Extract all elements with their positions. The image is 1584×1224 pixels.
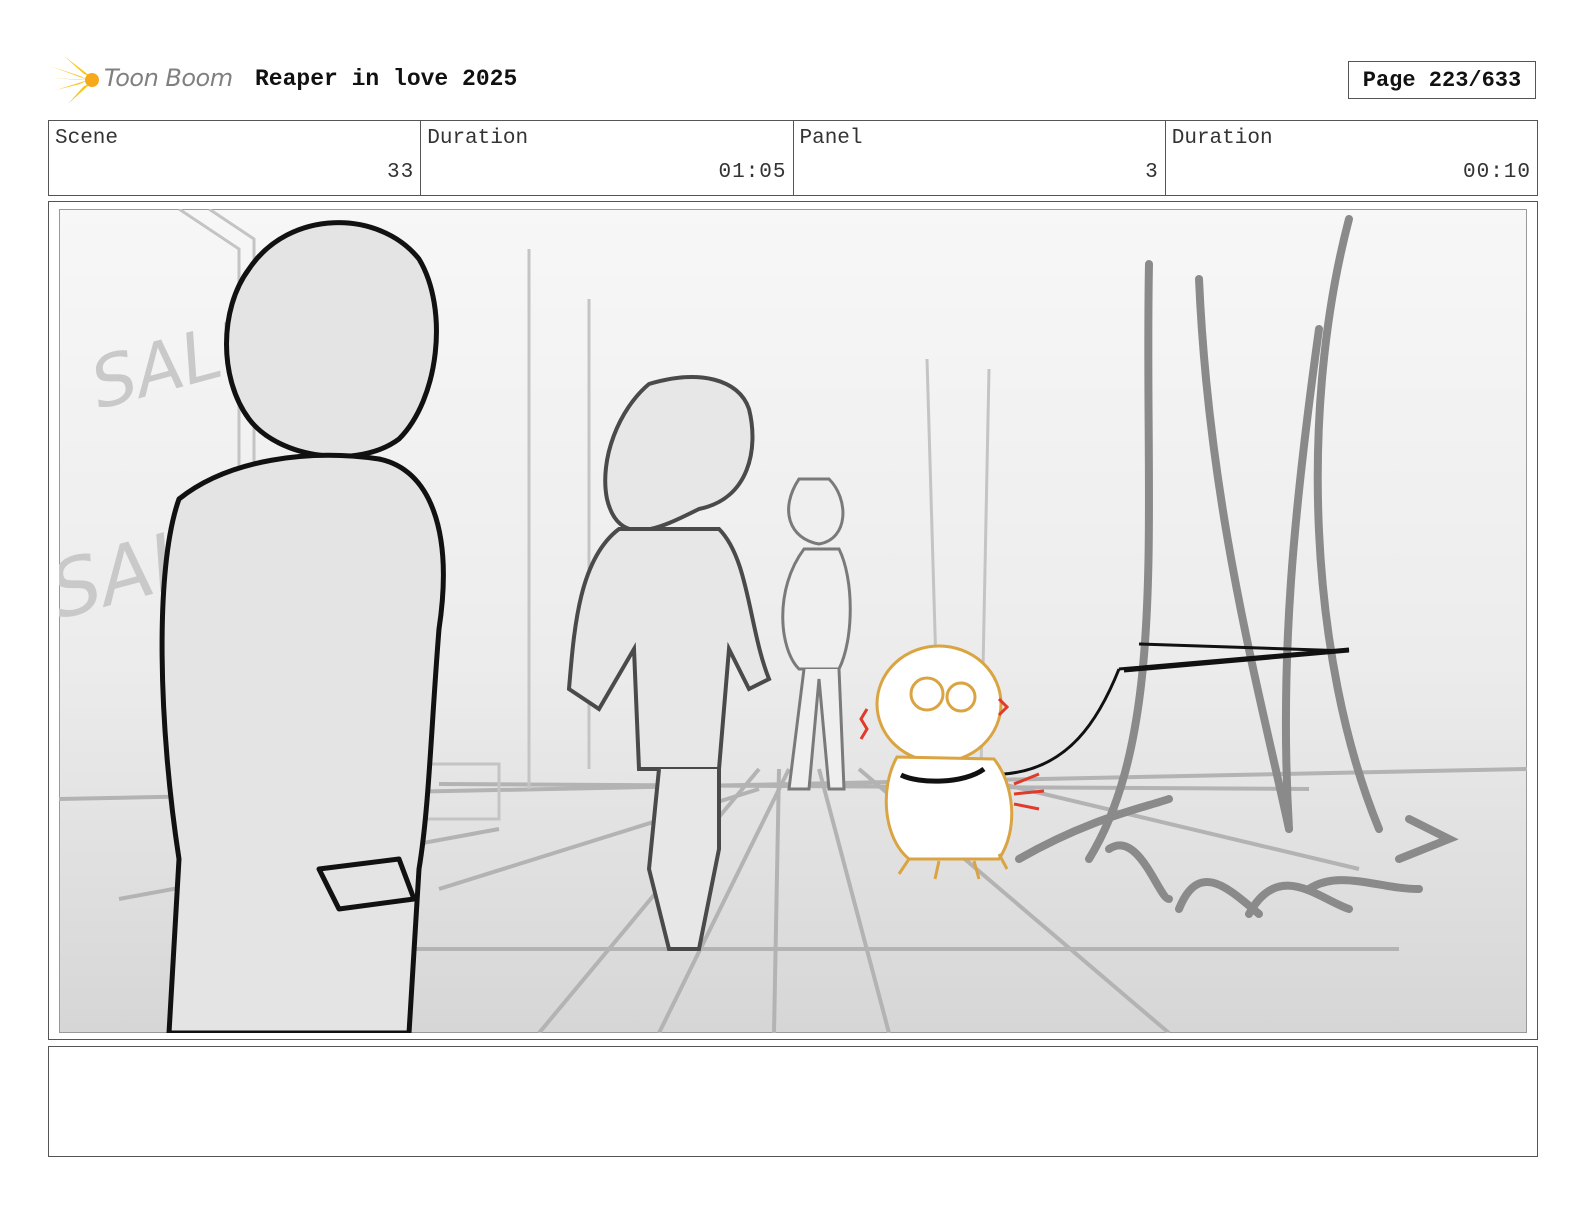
panel-duration-value: 00:10 <box>1462 161 1531 184</box>
dog-sketch <box>875 644 1014 880</box>
page-indicator: Page 223/633 <box>1348 61 1536 99</box>
storyboard-sketch: SALE SALE <box>59 209 1527 1033</box>
scene-label: Scene <box>55 127 119 150</box>
panel-info-row: Scene 33 Duration 01:05 Panel 3 Duration… <box>48 120 1538 196</box>
panel-value: 3 <box>1145 161 1159 184</box>
scene-value: 33 <box>387 161 415 184</box>
panel-duration-label: Duration <box>1171 127 1273 150</box>
panel-label: Panel <box>799 127 863 150</box>
scene-duration-value: 01:05 <box>718 161 787 184</box>
scene-cell: Scene 33 <box>49 121 422 195</box>
scene-duration-cell: Duration 01:05 <box>421 121 794 195</box>
project-title: Reaper in love 2025 <box>255 66 518 92</box>
panel-notes <box>48 1046 1538 1157</box>
panel-duration-cell: Duration 00:10 <box>1166 121 1537 195</box>
brand-name: Toon Boom <box>104 64 233 92</box>
panel-cell: Panel 3 <box>794 121 1166 195</box>
scene-duration-label: Duration <box>427 127 529 150</box>
